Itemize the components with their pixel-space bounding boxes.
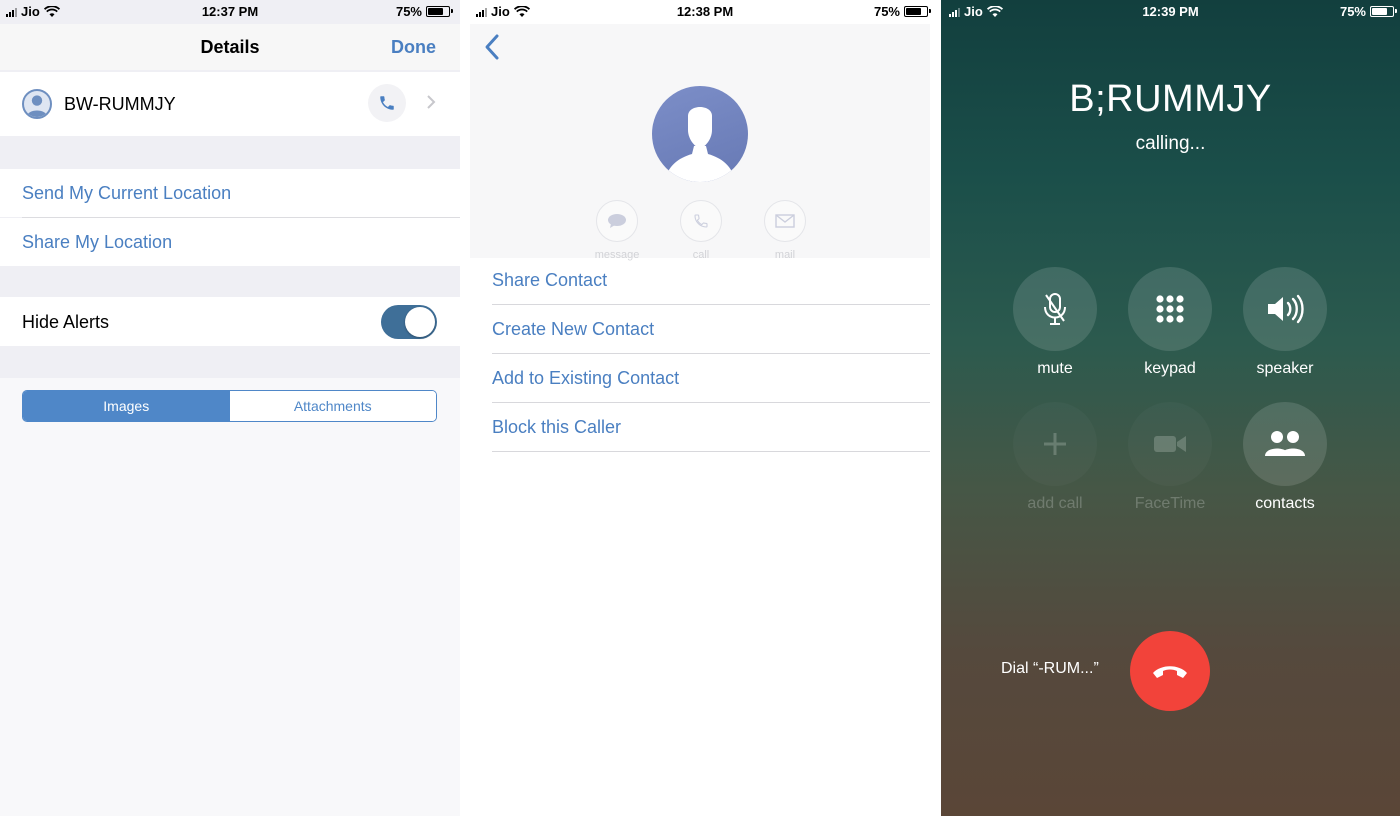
hang-up-icon	[1153, 666, 1187, 678]
facetime-control: FaceTime	[1128, 402, 1212, 513]
message-icon	[608, 214, 626, 228]
keypad-button[interactable]	[1128, 267, 1212, 351]
call-button[interactable]	[368, 84, 406, 122]
call-screen: Jio 12:39 PM 75% B;RUMMJY calling... mut…	[941, 0, 1400, 816]
facetime-label: FaceTime	[1134, 495, 1206, 512]
end-call-button[interactable]	[1130, 631, 1210, 711]
chevron-right-icon[interactable]	[426, 94, 436, 110]
battery-icon	[904, 6, 931, 17]
contacts-icon	[1265, 431, 1305, 456]
mic-off-icon	[1044, 293, 1066, 325]
divider	[22, 217, 460, 218]
keypad-label: keypad	[1144, 360, 1196, 377]
done-button[interactable]: Done	[391, 37, 436, 58]
status-time: 12:39 PM	[1142, 4, 1199, 19]
caller-name: B;RUMMJY	[1069, 78, 1272, 120]
contacts-label: contacts	[1255, 495, 1315, 512]
call-action[interactable]: call	[680, 200, 722, 261]
speaker-label: speaker	[1256, 360, 1314, 377]
contact-name: BW-RUMMJY	[64, 94, 176, 114]
segment-attachments[interactable]: Attachments	[229, 391, 436, 421]
phone-icon	[380, 96, 394, 110]
media-area	[0, 378, 460, 816]
add-to-existing-contact-item[interactable]: Add to Existing Contact	[492, 354, 930, 403]
block-caller-item[interactable]: Block this Caller	[492, 403, 930, 452]
details-screen: Jio 12:37 PM 75% Details Done BW-RUMMJY …	[0, 0, 460, 816]
status-time: 12:37 PM	[201, 4, 259, 19]
contacts-button[interactable]	[1243, 402, 1327, 486]
video-camera-icon	[1154, 436, 1186, 452]
keypad-control[interactable]: keypad	[1128, 267, 1212, 378]
add-call-button	[1013, 402, 1097, 486]
mute-button[interactable]	[1013, 267, 1097, 351]
battery-percent: 75%	[1339, 4, 1366, 19]
keypad-icon	[1156, 295, 1184, 323]
status-bar: Jio 12:37 PM 75%	[0, 0, 460, 24]
status-bar: Jio 12:38 PM 75%	[470, 0, 940, 24]
mute-label: mute	[1037, 360, 1073, 377]
status-time: 12:38 PM	[676, 4, 734, 19]
facetime-button	[1128, 402, 1212, 486]
contact-screen: message call mail Jio 12:38 PM 75% Share…	[470, 0, 940, 816]
call-state: calling...	[1135, 133, 1206, 154]
share-location-link[interactable]: Share My Location	[22, 232, 172, 253]
hide-alerts-row: Hide Alerts	[0, 297, 460, 346]
battery-percent: 75%	[395, 4, 422, 19]
send-location-row[interactable]: Send My Current Location	[0, 169, 460, 217]
status-bar: Jio 12:39 PM 75%	[941, 0, 1400, 24]
speaker-icon	[1268, 294, 1304, 324]
share-location-row[interactable]: Share My Location	[0, 218, 460, 266]
plus-icon	[1044, 433, 1066, 455]
share-contact-item[interactable]: Share Contact	[492, 256, 930, 305]
mail-action[interactable]: mail	[764, 200, 806, 261]
contacts-control[interactable]: contacts	[1243, 402, 1327, 513]
contact-options-list: Share Contact Create New Contact Add to …	[492, 256, 930, 452]
create-new-contact-item[interactable]: Create New Contact	[492, 305, 930, 354]
nav-bar: Details Done	[0, 24, 460, 70]
send-current-location-link[interactable]: Send My Current Location	[22, 183, 231, 204]
contact-actions: message call mail	[595, 200, 806, 261]
mail-icon	[775, 214, 795, 228]
phone-icon	[694, 214, 708, 228]
contact-header: message call mail	[470, 24, 930, 261]
message-action[interactable]: message	[595, 200, 639, 261]
dial-hint: Dial “-RUM...”	[1001, 660, 1099, 677]
add-call-control: add call	[1013, 402, 1097, 513]
media-segmented-control: Images Attachments	[22, 390, 437, 422]
back-chevron-icon[interactable]	[480, 32, 504, 62]
battery-icon	[426, 6, 453, 17]
add-call-label: add call	[1027, 495, 1083, 512]
mute-control[interactable]: mute	[1013, 267, 1097, 378]
segment-images[interactable]: Images	[23, 391, 230, 421]
speaker-button[interactable]	[1243, 267, 1327, 351]
hide-alerts-label: Hide Alerts	[22, 312, 110, 332]
hide-alerts-toggle[interactable]	[381, 305, 437, 339]
battery-icon	[1370, 6, 1397, 17]
battery-percent: 75%	[873, 4, 900, 19]
avatar-icon	[22, 89, 52, 119]
contact-avatar	[652, 86, 748, 182]
speaker-control[interactable]: speaker	[1243, 267, 1327, 378]
